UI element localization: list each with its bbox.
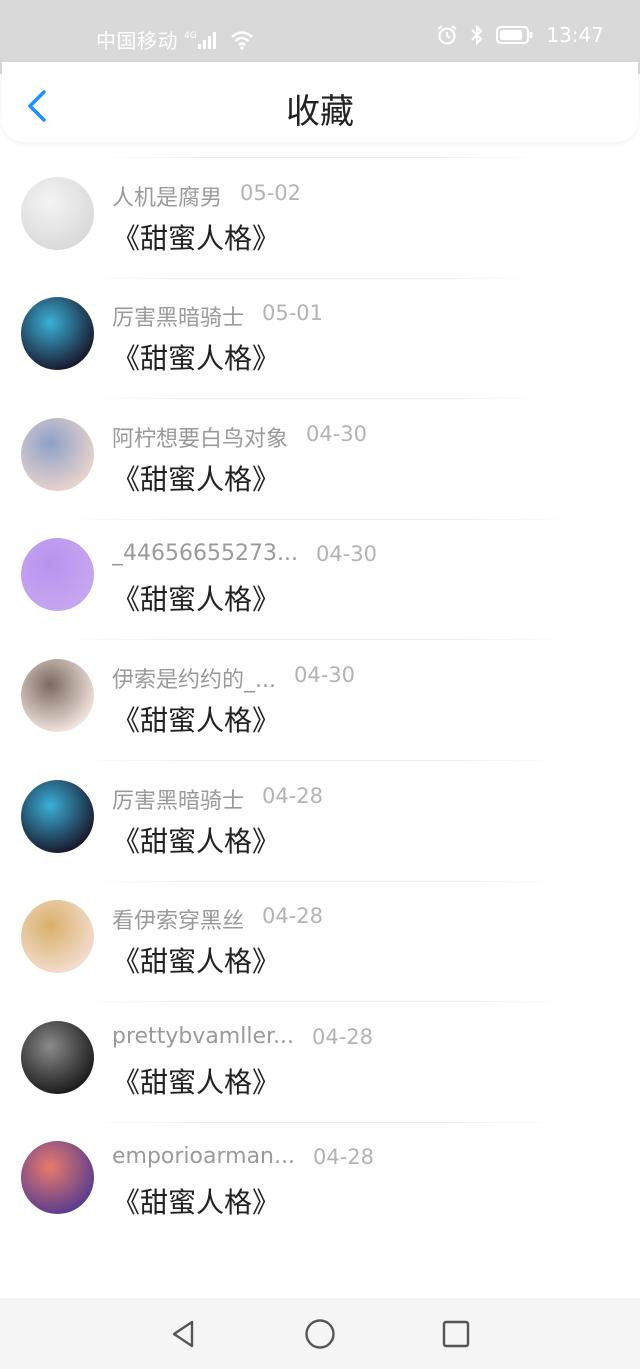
list-item[interactable]: 厉害黑暗骑士 05-01 《甜蜜人格》 xyxy=(0,279,640,400)
item-content[interactable]: 《甜蜜人格》 xyxy=(112,458,280,498)
favorites-list[interactable]: 叶子_4719292...05-02《甜蜜人格》人机是腐男 05-02 《甜蜜人格》… xyxy=(0,142,640,1298)
list-item[interactable]: 看伊索穿黑丝 04-28 《甜蜜人格》 xyxy=(0,882,640,1003)
item-content[interactable]: 《甜蜜人格》 xyxy=(112,337,280,377)
item-date: 04-28 xyxy=(262,904,324,929)
avatar[interactable] xyxy=(21,538,94,612)
item-content[interactable]: 《甜蜜人格》 xyxy=(112,1061,280,1101)
status-left: 中国移动 4G xyxy=(96,25,254,54)
clock-time: 13:47 xyxy=(546,23,604,47)
item-content[interactable]: 《甜蜜人格》 xyxy=(112,578,280,618)
list-item[interactable]: emporioarman... 04-28 《甜蜜人格》 xyxy=(0,1123,640,1244)
page-title: 收藏 xyxy=(286,92,354,132)
user-name[interactable]: emporioarman... xyxy=(112,1144,295,1169)
favorites-list-inner: 叶子_4719292...05-02《甜蜜人格》人机是腐男 05-02 《甜蜜人格》… xyxy=(0,142,640,1244)
item-content[interactable]: 《甜蜜人格》 xyxy=(112,1181,280,1221)
item-date: 04-28 xyxy=(262,783,324,808)
avatar[interactable] xyxy=(21,1020,94,1094)
triangle-back-icon xyxy=(172,1320,194,1348)
item-content[interactable]: 《甜蜜人格》 xyxy=(112,699,280,739)
list-item[interactable]: prettybvamller... 04-28 《甜蜜人格》 xyxy=(0,1003,640,1124)
user-name[interactable]: 人机是腐男 xyxy=(112,180,222,212)
svg-text:4G: 4G xyxy=(184,31,197,41)
nav-home-button[interactable] xyxy=(304,1318,336,1350)
user-name[interactable]: prettybvamller... xyxy=(112,1024,294,1049)
status-right: 13:47 xyxy=(436,23,604,47)
item-date: 04-30 xyxy=(294,662,356,687)
item-content[interactable]: 《甜蜜人格》 xyxy=(112,940,280,980)
system-nav-bar xyxy=(0,1298,640,1369)
item-date: 04-30 xyxy=(306,421,368,446)
nav-recents-button[interactable] xyxy=(440,1318,472,1350)
avatar[interactable] xyxy=(21,297,94,371)
signal-icon: 4G xyxy=(184,29,224,51)
item-date: 04-30 xyxy=(316,542,378,567)
alarm-icon xyxy=(436,24,458,46)
item-content[interactable]: 《甜蜜人格》 xyxy=(112,820,280,860)
user-name[interactable]: 厉害黑暗骑士 xyxy=(112,300,244,332)
item-date: 04-28 xyxy=(313,1145,375,1170)
list-item[interactable]: 人机是腐男 05-02 《甜蜜人格》 xyxy=(0,159,640,280)
avatar[interactable] xyxy=(21,779,94,853)
user-name[interactable]: 伊索是约约的_... xyxy=(112,662,276,694)
user-name[interactable]: 看伊索穿黑丝 xyxy=(112,903,244,935)
list-item[interactable]: 伊索是约约的_... 04-30 《甜蜜人格》 xyxy=(0,641,640,762)
app-header: 收藏 xyxy=(2,62,638,142)
list-item[interactable]: 阿柠想要白鸟对象 04-30 《甜蜜人格》 xyxy=(0,400,640,521)
list-item[interactable]: 厉害黑暗骑士 04-28 《甜蜜人格》 xyxy=(0,762,640,883)
list-item[interactable]: _44656655273... 04-30 《甜蜜人格》 xyxy=(0,520,640,641)
bluetooth-icon xyxy=(470,24,484,46)
item-date: 05-01 xyxy=(262,301,324,326)
avatar[interactable] xyxy=(21,417,94,491)
avatar[interactable] xyxy=(21,658,94,732)
item-content[interactable]: 《甜蜜人格》 xyxy=(112,217,280,257)
user-name[interactable]: 厉害黑暗骑士 xyxy=(112,783,244,815)
list-item[interactable]: 叶子_4719292...05-02《甜蜜人格》 xyxy=(0,142,640,159)
wifi-icon xyxy=(230,29,254,51)
user-name[interactable]: 阿柠想要白鸟对象 xyxy=(112,421,288,453)
nav-back-button[interactable] xyxy=(168,1318,200,1350)
avatar[interactable] xyxy=(21,900,94,974)
circle-home-icon xyxy=(305,1319,335,1349)
carrier-label: 中国移动 xyxy=(96,29,178,53)
square-recents-icon xyxy=(442,1320,470,1348)
item-date: 05-02 xyxy=(240,180,302,205)
avatar[interactable] xyxy=(21,176,94,250)
avatar[interactable] xyxy=(21,1141,94,1215)
user-name[interactable]: _44656655273... xyxy=(112,541,298,566)
item-date: 04-28 xyxy=(312,1024,374,1049)
battery-icon xyxy=(496,24,534,46)
